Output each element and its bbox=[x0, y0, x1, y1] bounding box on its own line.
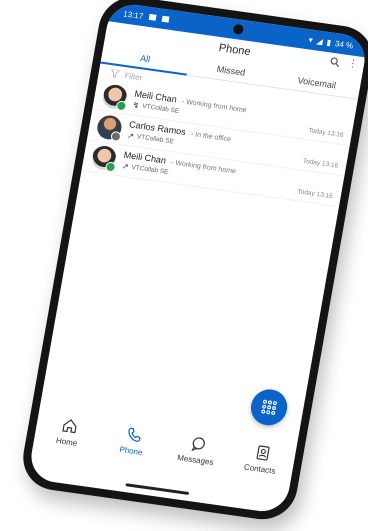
dialpad-icon bbox=[261, 399, 277, 415]
dialpad-button[interactable] bbox=[248, 387, 291, 428]
outgoing-call-icon: ↗ bbox=[121, 161, 130, 171]
contacts-icon bbox=[256, 445, 270, 461]
nav-contacts-label: Contacts bbox=[243, 462, 277, 476]
call-time: Today 13:16 bbox=[307, 127, 345, 139]
nav-home[interactable]: Home bbox=[40, 414, 97, 450]
call-time: Today 13:16 bbox=[296, 188, 334, 201]
messages-icon bbox=[190, 437, 205, 452]
nav-messages[interactable]: Messages bbox=[169, 432, 226, 468]
missed-call-icon: ↯ bbox=[131, 100, 141, 110]
caller-org: VTCollab SE bbox=[130, 164, 169, 177]
search-icon[interactable] bbox=[329, 57, 341, 68]
nav-contacts[interactable]: Contacts bbox=[233, 441, 290, 477]
caller-org: VTCollab SE bbox=[141, 103, 180, 116]
phone-screen: 13:17 ▾ ◢ ▮ 34 % Phone ⋮ All Missed Voic… bbox=[27, 1, 368, 515]
battery-icon: ▮ bbox=[326, 37, 332, 47]
presence-available-icon bbox=[104, 161, 117, 173]
calendar-icon bbox=[161, 15, 170, 23]
nav-phone[interactable]: Phone bbox=[104, 423, 161, 459]
status-time: 13:17 bbox=[122, 8, 145, 21]
avatar bbox=[95, 113, 124, 143]
status-left: 13:17 bbox=[123, 9, 170, 24]
call-time: Today 13:16 bbox=[302, 157, 339, 170]
stage: 13:17 ▾ ◢ ▮ 34 % Phone ⋮ All Missed Voic… bbox=[0, 0, 368, 531]
battery-level: 34 % bbox=[334, 38, 354, 50]
front-camera bbox=[232, 23, 245, 36]
wifi-icon: ▾ bbox=[308, 34, 314, 45]
avatar bbox=[90, 144, 118, 173]
more-options-icon[interactable]: ⋮ bbox=[347, 58, 359, 70]
home-icon bbox=[61, 418, 77, 434]
notification-icon bbox=[148, 13, 157, 21]
presence-offline-icon bbox=[110, 130, 122, 143]
nav-messages-label: Messages bbox=[176, 453, 215, 468]
presence-available-icon bbox=[115, 100, 128, 112]
caller-org: VTCollab SE bbox=[136, 133, 175, 146]
status-right: ▾ ◢ ▮ 34 % bbox=[308, 35, 354, 50]
nav-home-label: Home bbox=[55, 436, 78, 448]
page-title: Phone bbox=[217, 41, 252, 59]
outgoing-call-icon: ↗ bbox=[126, 130, 135, 141]
phone-device: 13:17 ▾ ◢ ▮ 34 % Phone ⋮ All Missed Voic… bbox=[17, 0, 368, 524]
filter-placeholder: Filter bbox=[123, 70, 144, 82]
filter-icon bbox=[110, 69, 120, 79]
avatar bbox=[100, 83, 129, 112]
signal-icon: ◢ bbox=[315, 35, 324, 46]
phone-icon bbox=[127, 427, 141, 442]
nav-phone-label: Phone bbox=[118, 445, 144, 458]
